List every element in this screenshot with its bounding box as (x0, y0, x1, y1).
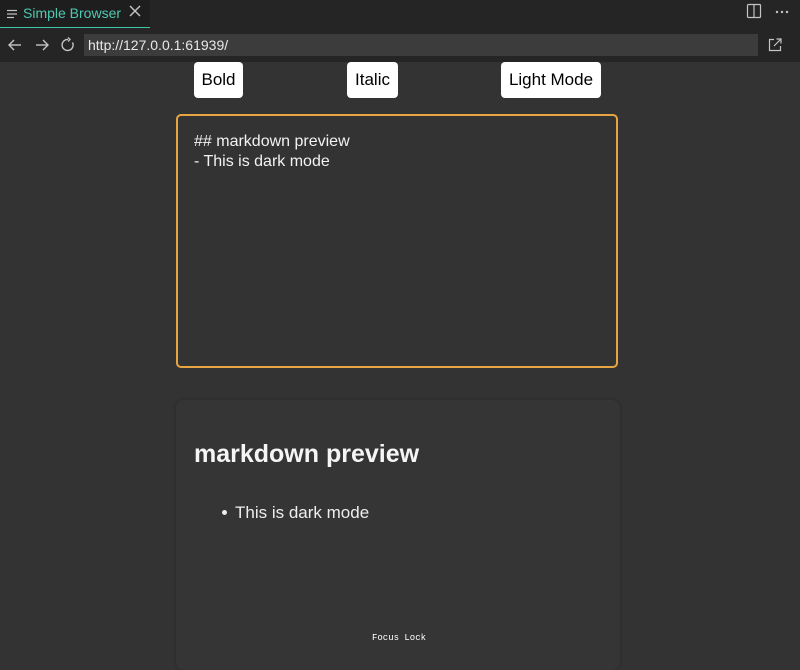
web-page: Bold Italic Light Mode ## markdown previ… (0, 62, 800, 670)
arrow-right-icon[interactable] (34, 37, 50, 53)
open-external-icon[interactable] (767, 37, 783, 53)
preview-heading: markdown preview (194, 440, 420, 468)
list-icon (7, 9, 17, 19)
editor-line: ## markdown preview (194, 133, 350, 150)
tab-simple-browser[interactable]: Simple Browser (0, 0, 150, 28)
bullet-icon (222, 510, 227, 515)
markdown-preview: markdown preview This is dark mode (176, 400, 620, 670)
close-icon[interactable] (128, 4, 142, 18)
editor-line: - This is dark mode (194, 153, 330, 170)
split-editor-icon[interactable] (746, 3, 762, 19)
light-mode-button[interactable]: Light Mode (501, 62, 601, 98)
bold-button[interactable]: Bold (194, 62, 243, 98)
tab-title: Simple Browser (23, 5, 122, 21)
list-item: This is dark mode (222, 503, 369, 523)
reload-icon[interactable] (60, 37, 76, 53)
more-actions-icon[interactable] (774, 3, 790, 19)
focus-lock-label: Focus Lock (372, 633, 427, 643)
list-item-text: This is dark mode (235, 503, 370, 522)
arrow-left-icon[interactable] (7, 37, 23, 53)
markdown-editor[interactable]: ## markdown preview - This is dark mode (176, 114, 618, 368)
url-input[interactable] (84, 34, 758, 56)
preview-list: This is dark mode (222, 503, 369, 523)
tab-bar: Simple Browser (0, 0, 800, 28)
italic-button[interactable]: Italic (347, 62, 398, 98)
navigation-bar (0, 28, 800, 62)
